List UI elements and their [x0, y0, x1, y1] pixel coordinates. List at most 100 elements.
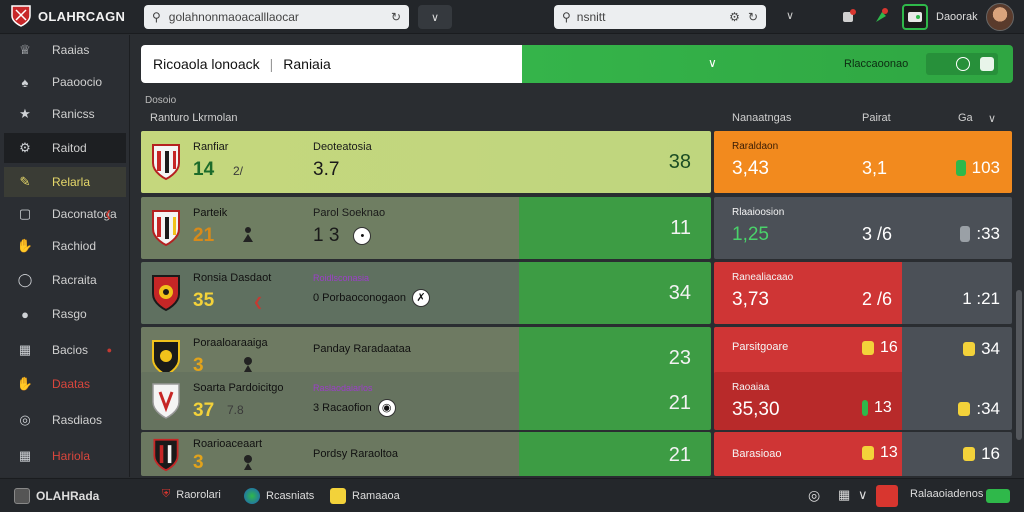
promo-banner[interactable]: Ricoaola lonoack | Raniaia ∨ Rlaccaoonao [141, 45, 1013, 83]
odds-right: :34 [976, 399, 1000, 418]
match-row[interactable]: Parteik 21 Parol Soeknao 1 3 • 11 [141, 197, 711, 259]
odds-mid: 16 [880, 339, 898, 356]
sidebar-item-6[interactable]: ✋ Rachiod [4, 231, 126, 261]
scrollbar[interactable] [1016, 290, 1022, 440]
sidebar-item-3[interactable]: ⚙ Raitod [4, 133, 126, 163]
team-score: 37 [193, 400, 215, 421]
odds-label: Raraldaon [732, 141, 779, 152]
trophy-icon: ♕ [19, 42, 31, 57]
team-name: Ranfiar [193, 141, 229, 153]
match-tag: Roidlsconasia [313, 273, 370, 283]
notification-icon[interactable] [840, 7, 858, 25]
logo[interactable]: OLAHRCAGN [10, 4, 125, 28]
secondary-search-input[interactable]: ⚲ nsnitt ⚙ ↻ [554, 5, 766, 29]
odds-right: 1 :21 [962, 289, 1000, 308]
odds-right-group: :33 [960, 224, 1000, 244]
sidebar-item-label: Relarla [52, 175, 91, 189]
footer-item-1[interactable]: ⛨ Raorolari [162, 488, 221, 501]
yellow-pill-icon [862, 446, 874, 460]
sidebar: ♕ Raaias ♠ Paaoocio ★ Ranicss ⚙ Raitod ✎… [0, 35, 130, 477]
odds-panel[interactable]: Raoaiaa 35,30 13 :34 [714, 372, 1012, 430]
gear-icon: ⚙ [19, 140, 31, 155]
sidebar-item-0[interactable]: ♕ Raaias [4, 35, 126, 65]
odds-mid-group: 13 [862, 444, 898, 462]
globe-icon [244, 488, 260, 504]
flag-icon[interactable] [872, 7, 890, 25]
search-input[interactable]: ⚲ golahnonmaoacalllaocar ↻ [144, 5, 409, 29]
shield-icon: ⛨ [162, 488, 171, 500]
app-icon [14, 488, 30, 504]
wallet-button[interactable] [902, 4, 928, 30]
odds-panel[interactable]: Rlaaioosion 1,25 3 /6 :33 [714, 197, 1012, 259]
calendar-icon: ▦ [18, 342, 32, 357]
sidebar-item-label: Ranicss [52, 107, 95, 121]
club-crest-icon [152, 275, 180, 312]
sidebar-item-10[interactable]: ✋ Daatas [4, 369, 126, 399]
footer-item-3[interactable]: Ramaaoa [330, 488, 400, 504]
match-row[interactable]: Roarioaceaart 3 Pordsy Raraoltoa 21 [141, 432, 711, 476]
search-dropdown-button[interactable]: ∨ [418, 5, 452, 29]
grid-icon-2[interactable]: ▦ [838, 487, 850, 503]
sidebar-item-label: Daatas [52, 377, 91, 391]
ball-icon: • [353, 227, 372, 245]
odds-panel[interactable]: Raraldaon 3,43 3,1 103 [714, 131, 1012, 193]
yellow-pill-icon [963, 342, 976, 356]
paw-icon: ● [21, 306, 29, 322]
sidebar-item-9[interactable]: ▦ Bacios ● [4, 335, 126, 365]
match-value: 3.7 [313, 159, 340, 180]
settings-icon-2[interactable]: ◎ [808, 487, 820, 504]
refresh-icon[interactable]: ↻ [391, 10, 401, 24]
sidebar-item-11[interactable]: ◎ Rasdiaos [4, 405, 126, 435]
match-line: Pordsy Raraoltoa [313, 448, 398, 460]
sidebar-item-8[interactable]: ● Rasgo [4, 299, 126, 329]
flag-icon-2: ❮ [253, 295, 264, 309]
sidebar-item-label: Paaoocio [52, 75, 103, 89]
avatar[interactable] [986, 3, 1014, 31]
match-line-group: 0 Porbaoconogaon ✗ [313, 289, 430, 307]
footer-item-2[interactable]: Rcasniats [244, 488, 314, 504]
sidebar-item-5[interactable]: ▢ Daconatoga ❮ [4, 199, 126, 229]
footer-toggle[interactable] [986, 489, 1010, 503]
odds-panel[interactable]: Ranealiacaao 3,73 2 /6 1 :21 [714, 262, 1012, 324]
banner-title: Ricoaola lonoack [153, 56, 260, 72]
sidebar-item-label: Racraita [52, 273, 97, 287]
team-score: 14 [193, 159, 215, 180]
sidebar-item-12[interactable]: ▦ Hariola [4, 441, 126, 471]
top-bar: OLAHRCAGN ⚲ golahnonmaoacalllaocar ↻ ∨ ⚲… [0, 0, 1024, 34]
settings-icon[interactable]: ⚙ [729, 10, 740, 24]
column-header-3: Pairat [862, 112, 891, 124]
target-icon: ◎ [19, 412, 31, 427]
match-count: 23 [668, 347, 691, 369]
odds-right-group: 34 [963, 339, 1000, 359]
chevron-down-icon-5[interactable]: ∨ [858, 487, 868, 503]
match-row[interactable]: Ronsia Dasdaot 35 ❮ Roidlsconasia 0 Porb… [141, 262, 711, 324]
refresh-icon-2[interactable]: ↻ [748, 10, 758, 24]
odds-label: Barasioao [732, 448, 782, 460]
red-square-button[interactable] [876, 485, 898, 507]
sidebar-item-label: Rasdiaos [52, 413, 103, 427]
sidebar-item-4[interactable]: ✎ Relarla [4, 167, 126, 197]
odds-panel[interactable]: Barasioao 13 16 [714, 432, 1012, 476]
sidebar-item-2[interactable]: ★ Ranicss [4, 99, 126, 129]
match-row[interactable]: Soarta Pardoicitgo 37 7.8 Raslaodaiarlos… [141, 372, 711, 430]
odds-label: Rlaaioosion [732, 207, 785, 218]
match-row[interactable]: Ranfiar 14 2/ Deoteatosia 3.7 38 [141, 131, 711, 193]
chevron-down-icon-2[interactable]: ∨ [786, 9, 794, 22]
team-sub: 7.8 [227, 403, 244, 417]
match-count: 38 [668, 151, 691, 173]
shirt-icon: ♠ [21, 74, 29, 90]
chevron-down-icon-3[interactable]: ∨ [708, 56, 717, 70]
ball-icon: ◉ [377, 399, 396, 417]
square-icon-2 [980, 57, 994, 71]
odds-value: 35,30 [732, 399, 780, 420]
footer-brand[interactable]: OLAHRada [14, 488, 99, 504]
footer-brand-text: OLAHRada [36, 489, 100, 503]
chevron-down-icon-4[interactable]: ∨ [988, 112, 996, 125]
banner-toggle[interactable] [926, 53, 998, 75]
search-icon: ⚲ [152, 10, 161, 24]
sidebar-item-1[interactable]: ♠ Paaoocio [4, 67, 126, 97]
club-crest-icon [152, 210, 180, 247]
team-name: Parteik [193, 207, 228, 219]
footer-right-text: Ralaaoiadenos [910, 488, 984, 500]
sidebar-item-7[interactable]: ◯ Racraita [4, 265, 126, 295]
